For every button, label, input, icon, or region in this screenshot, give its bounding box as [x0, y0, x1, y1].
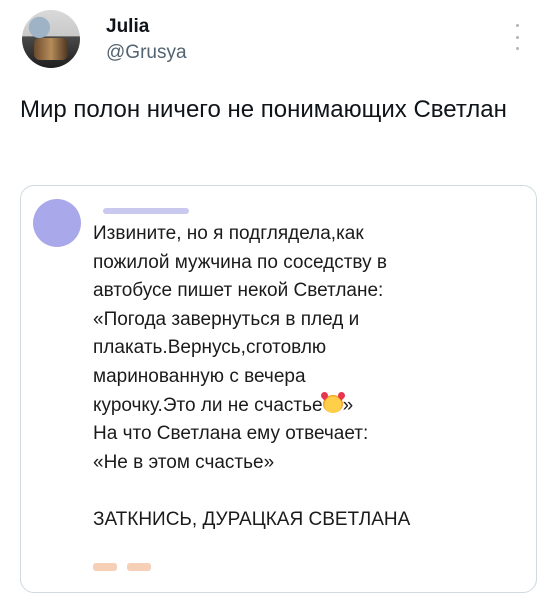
faded-reaction-icon	[127, 563, 151, 571]
post-body: Извините, но я подглядела,как пожилой му…	[93, 220, 523, 535]
post-line: маринованную с вечера	[93, 365, 306, 387]
more-options-button[interactable]	[510, 24, 524, 50]
post-line-text: курочку.Это ли не счастье	[93, 394, 323, 416]
post-username-placeholder	[103, 208, 189, 214]
more-dot-icon	[515, 35, 519, 39]
author-name[interactable]: Julia	[106, 16, 149, 38]
smiling-face-with-hearts-icon	[322, 394, 343, 413]
tweet-text: Мир полон ничего не понимающих Светлан	[20, 96, 507, 123]
post-avatar	[33, 199, 81, 247]
more-dot-icon	[515, 24, 519, 27]
post-reactions-faded	[93, 563, 151, 571]
author-avatar[interactable]	[22, 10, 80, 68]
post-line: «Погода завернуться в плед и	[93, 308, 360, 330]
post-line: курочку.Это ли не счастье»	[93, 392, 523, 421]
post-line: пожилой мужчина по соседству в	[93, 251, 387, 273]
post-line: автобусе пишет некой Светлане:	[93, 280, 384, 302]
author-handle[interactable]: @Grusya	[106, 42, 187, 64]
post-line: плакать.Вернусь,сготовлю	[93, 337, 327, 359]
post-line: «Не в этом счастье»	[93, 451, 275, 473]
post-line: ЗАТКНИСЬ, ДУРАЦКАЯ СВЕТЛАНА	[93, 508, 411, 530]
faded-reaction-icon	[93, 563, 117, 571]
more-dot-icon	[515, 47, 519, 50]
tweet-image[interactable]: Извините, но я подглядела,как пожилой му…	[20, 185, 537, 593]
post-line: На что Светлана ему отвечает:	[93, 423, 369, 445]
post-line: Извините, но я подглядела,как	[93, 223, 364, 244]
